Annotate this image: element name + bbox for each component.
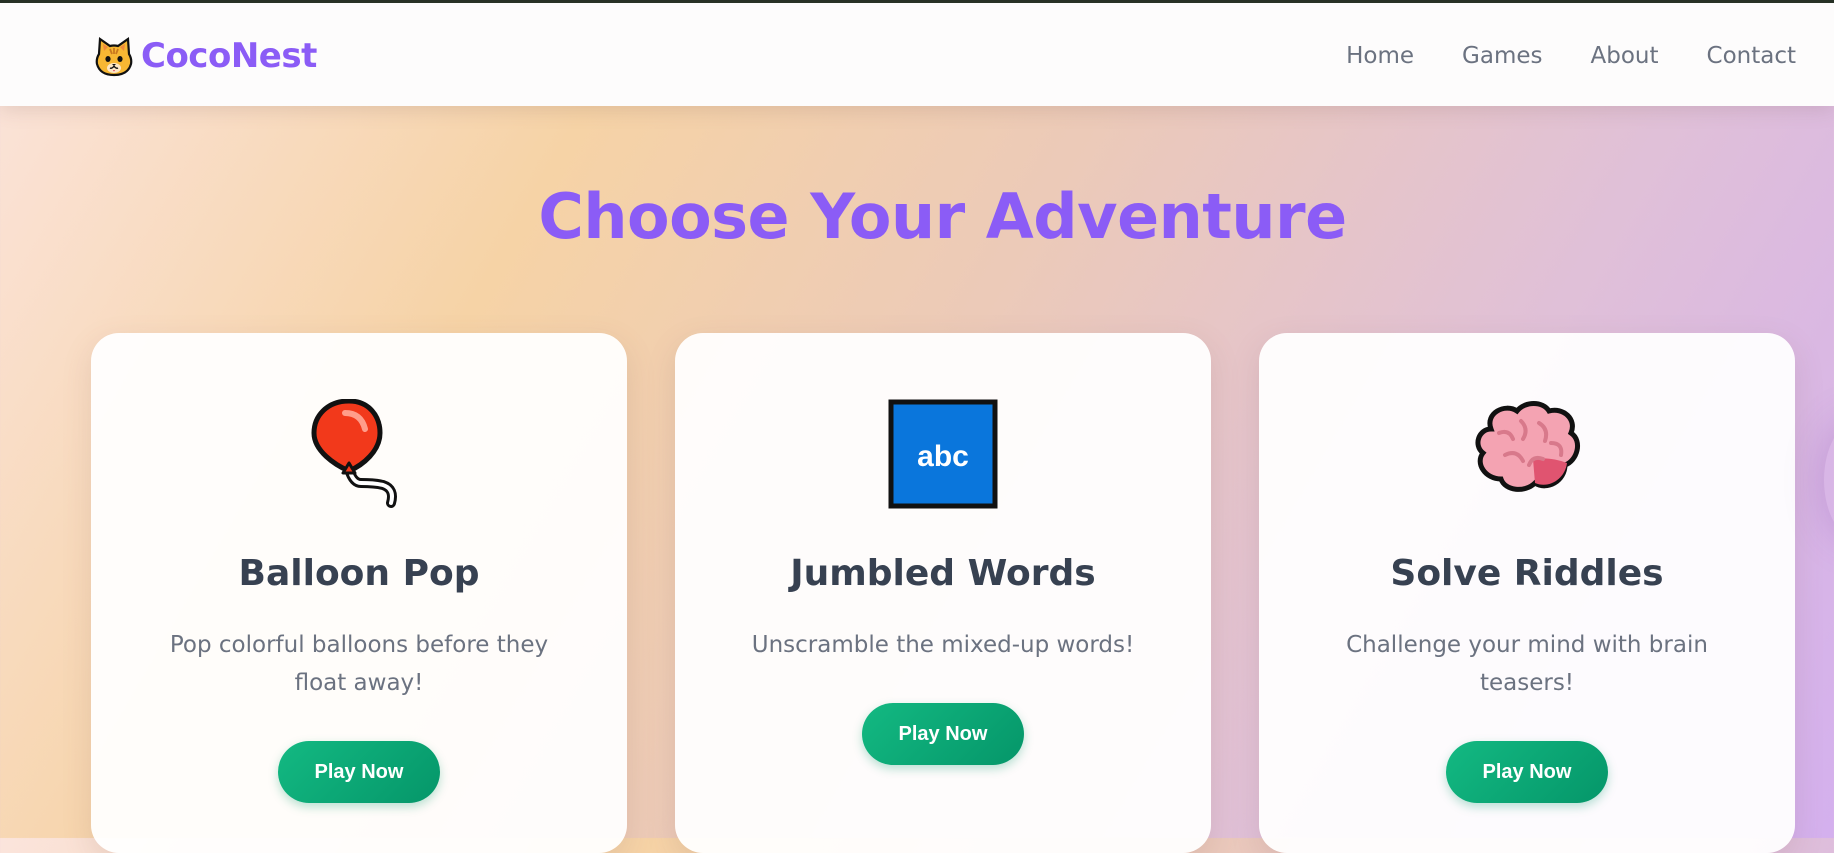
nav-contact[interactable]: Contact	[1707, 43, 1796, 69]
svg-text:abc: abc	[917, 440, 969, 473]
game-description: Challenge your mind with brain teasers!	[1346, 632, 1708, 696]
play-now-button[interactable]: Play Now	[278, 741, 440, 803]
brand-name: CocoNest	[141, 36, 317, 76]
abc-input-icon: abc	[888, 399, 998, 509]
nav-home[interactable]: Home	[1346, 43, 1414, 69]
offscreen-card-shadow	[1824, 420, 1834, 540]
game-description: Pop colorful balloons before they float …	[169, 632, 549, 696]
game-title: Jumbled Words	[790, 553, 1096, 594]
main-nav: Home Games About Contact	[1298, 33, 1796, 79]
game-title: Balloon Pop	[238, 553, 480, 594]
game-card-solve-riddles: Solve Riddles Challenge your mind with b…	[1259, 333, 1795, 853]
nav-about[interactable]: About	[1591, 43, 1659, 69]
game-card-balloon-pop: Balloon Pop Pop colorful balloons before…	[91, 333, 627, 853]
play-now-button[interactable]: Play Now	[1446, 741, 1608, 803]
brand-logo[interactable]: CocoNest	[93, 33, 317, 79]
balloon-icon	[311, 399, 397, 508]
brain-icon	[1475, 401, 1581, 492]
site-header: CocoNest Home Games About Contact	[0, 3, 1834, 106]
cat-face-icon	[95, 36, 133, 77]
page-title: Choose Your Adventure	[538, 180, 1347, 253]
play-now-button[interactable]: Play Now	[862, 703, 1024, 765]
game-title: Solve Riddles	[1390, 553, 1664, 594]
game-card-jumbled-words: abc Jumbled Words Unscramble the mixed-u…	[675, 333, 1211, 853]
nav-games[interactable]: Games	[1462, 43, 1542, 69]
game-description: Unscramble the mixed-up words!	[751, 632, 1135, 658]
